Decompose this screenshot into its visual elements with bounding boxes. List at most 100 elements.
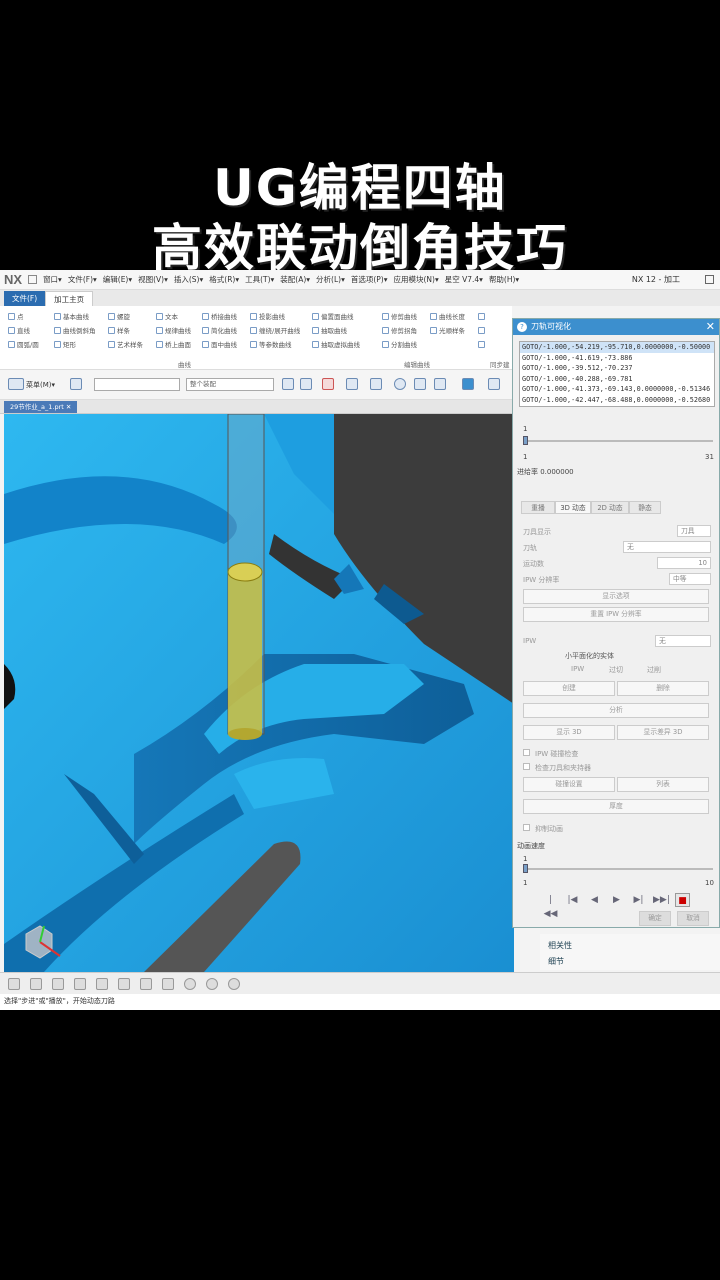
select-all-icon[interactable]	[300, 378, 312, 390]
go-to-end-button[interactable]: ▶▶|	[653, 893, 670, 907]
play-button[interactable]: ▶	[609, 893, 624, 907]
tab-file[interactable]: 文件(F)	[4, 291, 46, 306]
offset-face-curve-button[interactable]: 偏置面曲线	[312, 309, 360, 323]
list-item[interactable]: GOTO/-1.000,-54.219,-95.710,0.0000000,-0…	[520, 342, 714, 353]
face-curve-button[interactable]: 面中曲线	[202, 337, 237, 351]
shaded-cube-icon[interactable]	[462, 378, 474, 390]
ok-button[interactable]: 确定	[639, 911, 671, 926]
box-select-icon[interactable]	[434, 378, 446, 390]
help-icon[interactable]: ?	[517, 322, 527, 332]
radio-ipw[interactable]: IPW	[571, 665, 584, 673]
menu-format[interactable]: 格式(R)▾	[209, 274, 239, 285]
thickness-button[interactable]: 厚度	[523, 799, 709, 814]
play-back-button[interactable]: ◀	[587, 893, 602, 907]
method-icon[interactable]	[118, 978, 130, 990]
tab-2d-dynamic[interactable]: 2D 动态	[591, 501, 629, 514]
move-icon[interactable]	[370, 378, 382, 390]
hexagon-icon[interactable]	[394, 378, 406, 390]
goto-listbox[interactable]: GOTO/-1.000,-54.219,-95.710,0.0000000,-0…	[519, 341, 715, 407]
divide-curve-button[interactable]: 分割曲线	[382, 337, 417, 351]
isoparametric-curve-button[interactable]: 等参数曲线	[250, 337, 300, 351]
extract-curve-button[interactable]: 抽取曲线	[312, 323, 360, 337]
collision-settings-button[interactable]: 碰撞设置	[523, 777, 615, 792]
show-difference-3d-button[interactable]: 显示差异 3D	[617, 725, 709, 740]
dependencies-section[interactable]: 相关性	[548, 940, 572, 951]
filter-icon[interactable]	[282, 378, 294, 390]
list-button[interactable]: 列表	[617, 777, 709, 792]
geometry-icon[interactable]	[96, 978, 108, 990]
menu-icon[interactable]	[8, 378, 24, 390]
simplify-curve-button[interactable]: 简化曲线	[202, 323, 237, 337]
menu-help[interactable]: 帮助(H)▾	[489, 274, 519, 285]
law-curve-button[interactable]: 规律曲线	[156, 323, 191, 337]
menu-application[interactable]: 应用模块(N)▾	[393, 274, 438, 285]
reset-ipw-resolution-button[interactable]: 重置 IPW 分辨率	[523, 607, 709, 622]
cancel-button[interactable]: 取消	[677, 911, 709, 926]
project-curve-button[interactable]: 投影曲线	[250, 309, 300, 323]
save-icon[interactable]	[28, 275, 38, 284]
radio-overcut[interactable]: 过切	[609, 665, 623, 675]
trim-curve-button[interactable]: 修剪曲线	[382, 309, 417, 323]
graphics-viewport[interactable]	[4, 414, 514, 972]
sync-move-button[interactable]	[478, 309, 485, 323]
text-button[interactable]: 文本	[156, 309, 191, 323]
menu-button[interactable]: 菜单(M)▾	[26, 380, 55, 390]
list-item[interactable]: GOTO/-1.000,-42.447,-68.488,0.0000000,-0…	[520, 395, 714, 406]
tool-icon[interactable]	[74, 978, 86, 990]
rectangle-button[interactable]: 矩形	[54, 337, 96, 351]
step-back-button[interactable]: |◀	[565, 893, 580, 907]
home-icon[interactable]	[8, 978, 20, 990]
spline-button[interactable]: 样条	[108, 323, 143, 337]
sync-replace-button[interactable]	[478, 323, 485, 337]
studio-spline-button[interactable]: 艺术样条	[108, 337, 143, 351]
menu-file[interactable]: 文件(F)▾	[68, 274, 97, 285]
globe-icon[interactable]	[228, 978, 240, 990]
list-item[interactable]: GOTO/-1.000,-41.619,-73.886	[520, 353, 714, 364]
analyze-button[interactable]: 分析	[523, 703, 709, 718]
helix-button[interactable]: 螺旋	[108, 309, 143, 323]
snap-point-icon[interactable]	[322, 378, 334, 390]
arc-button[interactable]: 圆弧/圆	[8, 337, 39, 351]
step-slider-track[interactable]	[523, 440, 713, 442]
cursor-icon[interactable]	[346, 378, 358, 390]
extract-virtual-curve-button[interactable]: 抽取虚拟曲线	[312, 337, 360, 351]
menu-xingkong[interactable]: 星空 V7.4▾	[445, 274, 483, 285]
table-icon[interactable]	[162, 978, 174, 990]
document-tab[interactable]: 29节作业_a_1.prt ✕	[4, 401, 78, 413]
close-icon[interactable]: ✕	[706, 319, 715, 335]
show-3d-button[interactable]: 显示 3D	[523, 725, 615, 740]
surface-curve-button[interactable]: 桥上曲面	[156, 337, 191, 351]
speed-slider-track[interactable]	[523, 868, 713, 870]
details-section[interactable]: 细节	[548, 956, 564, 967]
create-button[interactable]: 创建	[523, 681, 615, 696]
tool-display-select[interactable]: 刀具	[677, 525, 711, 537]
chamfer-curve-button[interactable]: 曲线倒斜角	[54, 323, 96, 337]
menu-insert[interactable]: 插入(S)▾	[174, 274, 203, 285]
menu-tools[interactable]: 工具(T)▾	[245, 274, 274, 285]
menu-view[interactable]: 视图(V)▾	[138, 274, 168, 285]
point-button[interactable]: 点	[8, 309, 39, 323]
tab-3d-dynamic[interactable]: 3D 动态	[555, 501, 591, 514]
ipw-select[interactable]: 无	[655, 635, 711, 647]
basic-curve-button[interactable]: 基本曲线	[54, 309, 96, 323]
assembly-filter-select[interactable]: 整个装配	[186, 378, 274, 391]
radio-gouge[interactable]: 过削	[647, 665, 661, 675]
list-item[interactable]: GOTO/-1.000,-41.373,-69.143,0.0000000,-0…	[520, 384, 714, 395]
layer-icon[interactable]	[52, 978, 64, 990]
menu-assembly[interactable]: 装配(A)▾	[280, 274, 310, 285]
list-item[interactable]: GOTO/-1.000,-39.512,-70.237	[520, 363, 714, 374]
wrap-curve-button[interactable]: 缠绕/展开曲线	[250, 323, 300, 337]
motion-count-input[interactable]: 10	[657, 557, 711, 569]
circle-icon[interactable]	[206, 978, 218, 990]
delete-button[interactable]: 删除	[617, 681, 709, 696]
menu-window[interactable]: 窗口▾	[43, 274, 62, 285]
clock-icon[interactable]	[184, 978, 196, 990]
operation-icon[interactable]	[140, 978, 152, 990]
stop-button[interactable]: ■	[675, 893, 690, 907]
go-to-start-button[interactable]: |◀◀	[543, 893, 558, 919]
step-slider-knob[interactable]	[523, 436, 528, 445]
menu-analysis[interactable]: 分析(L)▾	[316, 274, 345, 285]
check-holder-checkbox[interactable]	[523, 763, 530, 770]
smooth-spline-button[interactable]: 光顺样条	[430, 323, 465, 337]
library-icon[interactable]	[30, 978, 42, 990]
